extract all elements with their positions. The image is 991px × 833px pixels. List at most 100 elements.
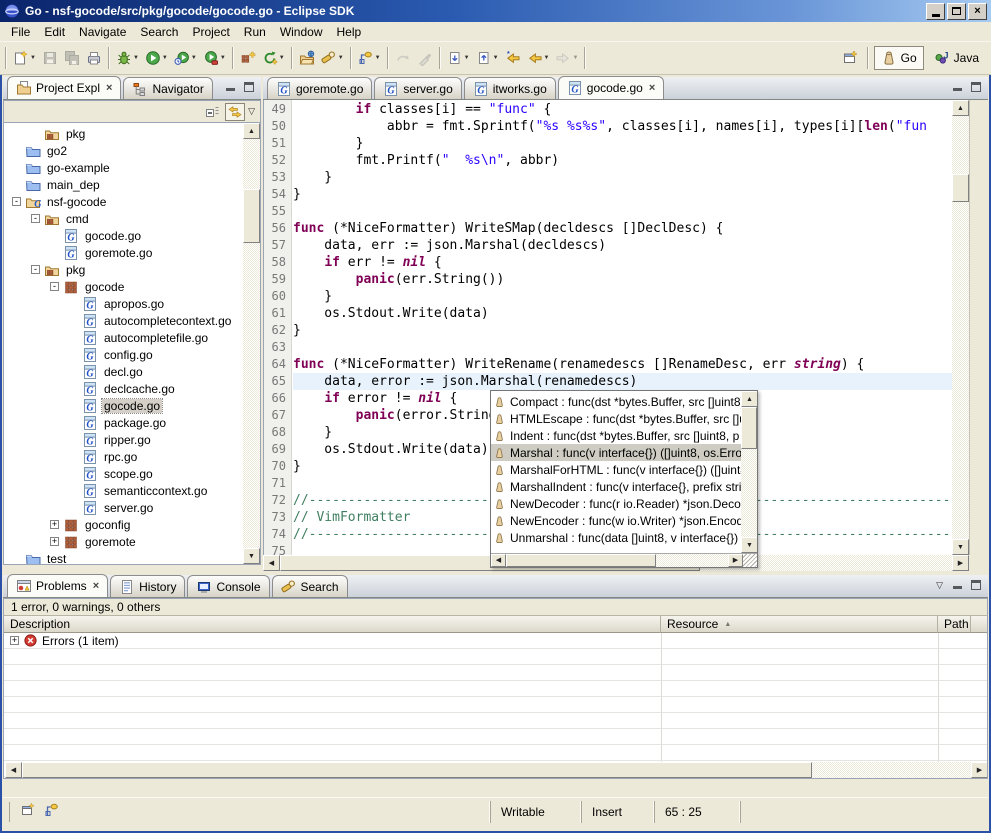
maximize-view-button[interactable] [969, 579, 983, 591]
dropdown-arrow-icon[interactable]: ▼ [572, 55, 578, 61]
annotation-button[interactable] [44, 802, 60, 821]
editor-tab-server-go[interactable]: Gserver.go [374, 77, 461, 99]
profile-button[interactable]: ▼ [200, 46, 229, 70]
prev-annotation-button[interactable]: ▼ [473, 46, 502, 70]
completion-item-indent[interactable]: Indent : func(dst *bytes.Buffer, src []u… [491, 427, 741, 444]
tab-console[interactable]: Console [187, 575, 269, 597]
minimize-view-button[interactable] [950, 81, 964, 93]
dropdown-arrow-icon[interactable]: ▼ [544, 55, 550, 61]
menu-navigate[interactable]: Navigate [72, 23, 133, 41]
tree-item-decl-go[interactable]: Gdecl.go [4, 363, 243, 380]
tab-navigator[interactable]: Navigator [123, 77, 212, 99]
completion-item-marshalforhtml[interactable]: MarshalForHTML : func(v interface{}) ([]… [491, 461, 741, 478]
import-folder-button[interactable] [296, 46, 318, 70]
maximize-view-button[interactable] [969, 81, 983, 93]
column-header-path[interactable]: Path [938, 616, 971, 633]
maximize-view-button[interactable] [242, 81, 256, 93]
run-history-button[interactable]: ▼ [171, 46, 200, 70]
view-menu-icon[interactable]: ▽ [936, 580, 943, 591]
completion-item-marshalindent[interactable]: MarshalIndent : func(v interface{}, pref… [491, 478, 741, 495]
scroll-left-icon[interactable]: ◀ [263, 555, 280, 571]
close-icon[interactable]: × [106, 82, 112, 94]
menu-search[interactable]: Search [133, 23, 185, 41]
tree-item-ripper-go[interactable]: Gripper.go [4, 431, 243, 448]
link-with-editor-button[interactable] [225, 103, 245, 121]
tree-item-goconfig[interactable]: +goconfig [4, 516, 243, 533]
tree-item-server-go[interactable]: Gserver.go [4, 499, 243, 516]
menu-run[interactable]: Run [237, 23, 273, 41]
tree-item-scope-go[interactable]: Gscope.go [4, 465, 243, 482]
tree-item-autocompletefile-go[interactable]: Gautocompletefile.go [4, 329, 243, 346]
editor-tab-itworks-go[interactable]: Gitworks.go [464, 77, 556, 99]
menu-file[interactable]: File [4, 23, 37, 41]
collapse-icon[interactable]: - [12, 197, 21, 206]
problems-horizontal-scrollbar[interactable]: ◀ ▶ [5, 762, 988, 778]
editor-vertical-scrollbar[interactable]: ▲ ▼ [952, 100, 969, 555]
scroll-right-icon[interactable]: ▶ [971, 762, 988, 778]
debug-button[interactable]: ▼ [113, 46, 142, 70]
scroll-up-icon[interactable]: ▲ [243, 123, 260, 139]
menu-window[interactable]: Window [273, 23, 330, 41]
scroll-left-icon[interactable]: ◀ [491, 554, 506, 567]
scroll-down-icon[interactable]: ▼ [741, 537, 757, 553]
tree-item-main-dep[interactable]: main_dep [4, 176, 243, 193]
dropdown-arrow-icon[interactable]: ▼ [279, 55, 285, 61]
new-fastview-button[interactable] [20, 802, 36, 821]
tree-item-go2[interactable]: go2 [4, 142, 243, 159]
tree-scrollbar[interactable]: ▲ ▼ [243, 123, 260, 564]
minimize-button[interactable] [926, 3, 945, 20]
print-button[interactable] [83, 46, 105, 70]
new-wizard-button[interactable]: ▼ [10, 46, 39, 70]
dropdown-arrow-icon[interactable]: ▼ [191, 55, 197, 61]
maximize-button[interactable] [947, 3, 966, 20]
open-perspective-button[interactable] [838, 46, 862, 70]
column-header-description[interactable]: Description [4, 616, 661, 633]
scroll-down-icon[interactable]: ▼ [243, 548, 260, 564]
tree-item-goremote[interactable]: +goremote [4, 533, 243, 550]
problems-row-errors-1-item[interactable]: +Errors (1 item) [4, 633, 987, 649]
next-annotation-button[interactable]: ▼ [444, 46, 473, 70]
popup-horizontal-scrollbar[interactable]: ◀ ▶ [491, 553, 757, 567]
tree-item-gocode[interactable]: -gocode [4, 278, 243, 295]
dropdown-arrow-icon[interactable]: ▼ [133, 55, 139, 61]
completion-item-marshal[interactable]: Marshal : func(v interface{}) ([]uint8, … [491, 444, 741, 461]
collapse-all-button[interactable] [202, 103, 222, 121]
tree-item-goremote-go[interactable]: Ggoremote.go [4, 244, 243, 261]
perspective-java[interactable]: JJava [927, 46, 986, 70]
close-icon[interactable]: × [93, 580, 99, 592]
run-button[interactable]: ▼ [142, 46, 171, 70]
close-icon[interactable]: × [649, 82, 655, 94]
new-package-button[interactable] [237, 46, 259, 70]
collapse-icon[interactable]: - [31, 265, 40, 274]
column-header-resource[interactable]: Resource▲ [661, 616, 938, 633]
tree-item-gocode-go[interactable]: Ggocode.go [4, 397, 243, 414]
resize-grip[interactable] [743, 554, 757, 567]
perspective-go[interactable]: Go [874, 46, 924, 70]
tab-search[interactable]: Search [272, 575, 348, 597]
tree-item-cmd[interactable]: -cmd [4, 210, 243, 227]
tree-item-go-example[interactable]: go-example [4, 159, 243, 176]
menu-project[interactable]: Project [185, 23, 236, 41]
dropdown-arrow-icon[interactable]: ▼ [30, 55, 36, 61]
tab-history[interactable]: History [110, 575, 185, 597]
scroll-right-icon[interactable]: ▶ [952, 555, 969, 571]
tree-item-gocode-go[interactable]: Ggocode.go [4, 227, 243, 244]
scroll-up-icon[interactable]: ▲ [741, 391, 757, 407]
completion-item-compact[interactable]: Compact : func(dst *bytes.Buffer, src []… [491, 393, 741, 410]
scroll-down-icon[interactable]: ▼ [952, 539, 969, 555]
menu-edit[interactable]: Edit [37, 23, 72, 41]
popup-scrollbar[interactable]: ▲ ▼ [741, 391, 757, 553]
minimize-view-button[interactable] [950, 579, 964, 591]
editor-tab-gocode-go[interactable]: Ggocode.go× [558, 76, 665, 99]
search-button[interactable]: ▼ [318, 46, 347, 70]
tree-item-pkg[interactable]: pkg [4, 125, 243, 142]
tree-item-pkg[interactable]: -pkg [4, 261, 243, 278]
tree-item-declcache-go[interactable]: Gdeclcache.go [4, 380, 243, 397]
annotation-button[interactable]: ▼ [355, 46, 384, 70]
tree-item-apropos-go[interactable]: Gapropos.go [4, 295, 243, 312]
view-menu-icon[interactable]: ▽ [248, 106, 255, 117]
close-button[interactable]: × [968, 3, 987, 20]
dropdown-arrow-icon[interactable]: ▼ [162, 55, 168, 61]
back-button[interactable]: ▼ [524, 46, 553, 70]
dropdown-arrow-icon[interactable]: ▼ [493, 55, 499, 61]
